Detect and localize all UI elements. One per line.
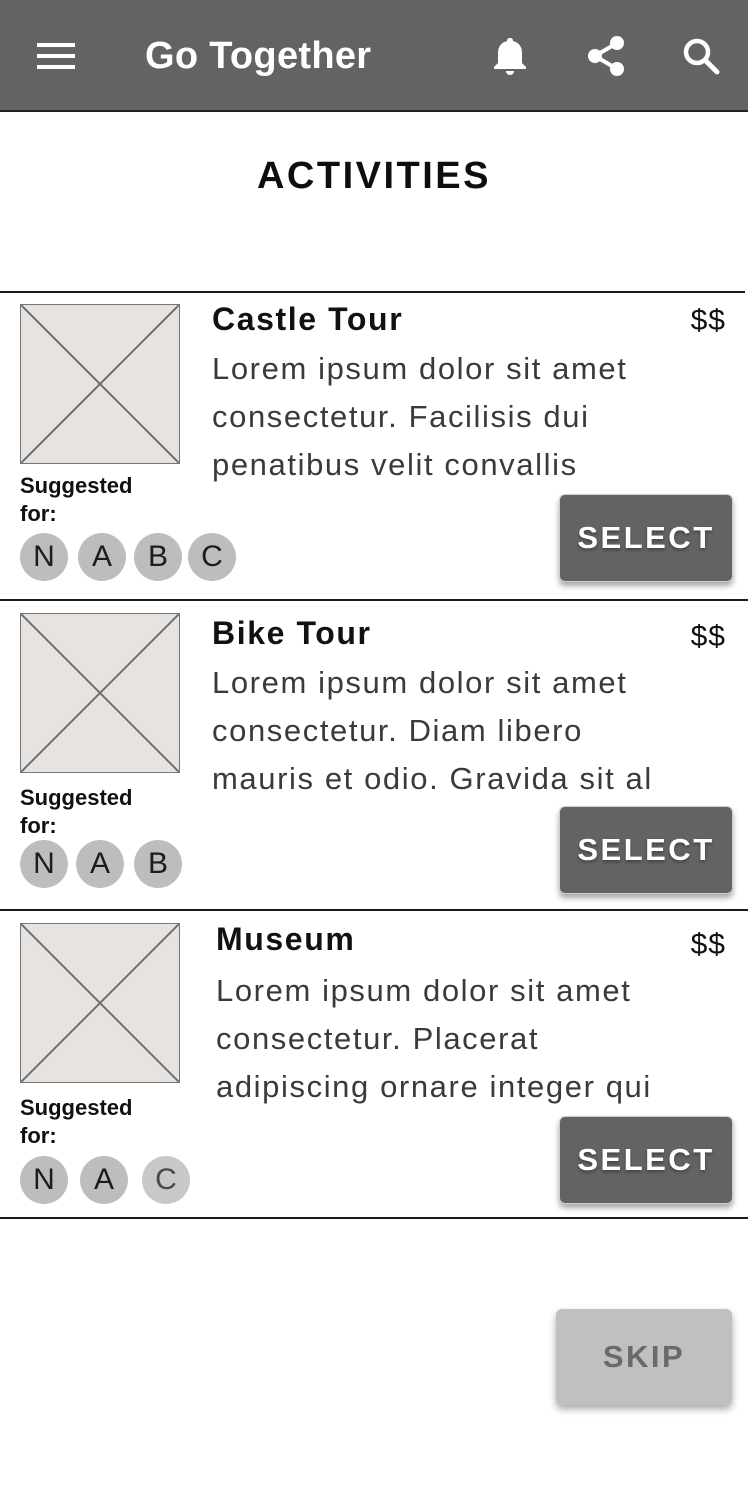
avatar: N bbox=[20, 1156, 68, 1204]
description-line: consectetur. Diam libero bbox=[212, 713, 583, 748]
select-button[interactable]: SELECT bbox=[559, 494, 733, 582]
activity-price: $$ bbox=[690, 928, 726, 961]
activity-price: $$ bbox=[690, 304, 726, 337]
activity-image-placeholder bbox=[20, 613, 180, 773]
avatar: N bbox=[20, 533, 68, 581]
menu-button[interactable] bbox=[24, 28, 88, 84]
avatar: A bbox=[76, 840, 124, 888]
suggested-for-label: Suggested for: bbox=[20, 1095, 133, 1148]
share-button[interactable] bbox=[578, 28, 634, 84]
description-line: Lorem ipsum dolor sit amet bbox=[212, 351, 628, 386]
avatar: A bbox=[78, 533, 126, 581]
description-line: Lorem ipsum dolor sit amet bbox=[216, 973, 632, 1008]
suggested-for-label: Suggested for: bbox=[20, 473, 133, 526]
skip-button[interactable]: SKIP bbox=[556, 1309, 732, 1405]
activity-description: Lorem ipsum dolor sit amet consectetur. … bbox=[212, 345, 732, 489]
select-button[interactable]: SELECT bbox=[559, 1116, 733, 1204]
activity-description: Lorem ipsum dolor sit amet consectetur. … bbox=[216, 967, 736, 1111]
description-line: consectetur. Facilisis dui bbox=[212, 399, 590, 434]
suggested-for-label: Suggested for: bbox=[20, 785, 133, 838]
avatar: B bbox=[134, 840, 182, 888]
activity-name: Castle Tour bbox=[212, 301, 404, 337]
description-line: mauris et odio. Gravida sit al bbox=[212, 761, 653, 796]
activity-price: $$ bbox=[690, 620, 726, 653]
search-icon bbox=[683, 38, 720, 75]
bell-icon bbox=[494, 38, 526, 75]
description-line: penatibus velit convallis bbox=[212, 447, 578, 482]
avatar: B bbox=[134, 533, 182, 581]
avatar: N bbox=[20, 840, 68, 888]
activity-card-castle-tour: Suggested for: N A B C Castle Tour $$ Lo… bbox=[0, 293, 748, 599]
notifications-button[interactable] bbox=[482, 28, 538, 84]
page-title: ACTIVITIES bbox=[256, 155, 492, 197]
avatar: A bbox=[80, 1156, 128, 1204]
menu-icon bbox=[37, 43, 75, 69]
activity-name: Museum bbox=[216, 921, 356, 957]
description-line: adipiscing ornare integer qui bbox=[216, 1069, 652, 1104]
avatar: C bbox=[188, 533, 236, 581]
divider bbox=[0, 1217, 748, 1219]
activity-card-bike-tour: Suggested for: N A B Bike Tour $$ Lorem … bbox=[0, 601, 748, 909]
activity-description: Lorem ipsum dolor sit amet consectetur. … bbox=[212, 659, 732, 803]
activity-card-museum: Suggested for: N A C Museum $$ Lorem ips… bbox=[0, 911, 748, 1217]
app-bar: Go Together bbox=[0, 0, 748, 112]
app-title: Go Together bbox=[145, 35, 372, 77]
description-line: Lorem ipsum dolor sit amet bbox=[212, 665, 628, 700]
share-icon bbox=[588, 36, 624, 76]
avatar: C bbox=[142, 1156, 190, 1204]
select-button[interactable]: SELECT bbox=[559, 806, 733, 894]
activity-image-placeholder bbox=[20, 923, 180, 1083]
activity-name: Bike Tour bbox=[212, 615, 372, 651]
search-button[interactable] bbox=[673, 28, 729, 84]
activity-image-placeholder bbox=[20, 304, 180, 464]
description-line: consectetur. Placerat bbox=[216, 1021, 540, 1056]
